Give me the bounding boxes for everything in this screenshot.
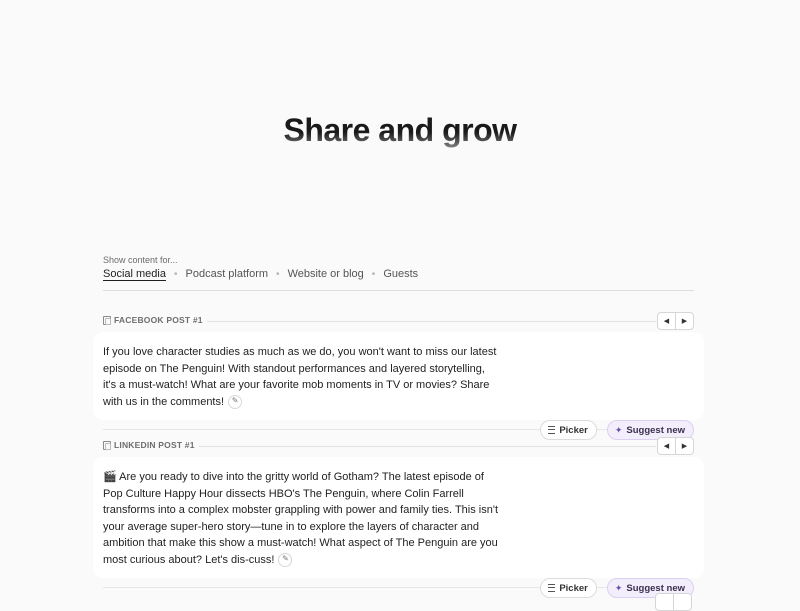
suggest-new-button-label: Suggest new xyxy=(626,424,685,436)
chevron-right-icon[interactable]: ▶ xyxy=(675,438,693,454)
picker-button-label: Picker xyxy=(559,424,588,436)
sparkle-icon: ✦ xyxy=(614,582,623,593)
list-icon xyxy=(548,584,556,592)
copy-icon xyxy=(103,315,111,325)
pencil-icon[interactable]: ✎ xyxy=(278,552,293,567)
suggest-new-button-label: Suggest new xyxy=(626,582,685,594)
chevron-right-icon[interactable]: ▶ xyxy=(675,313,693,329)
tab-website-or-blog[interactable]: Website or blog xyxy=(288,268,364,280)
pencil-icon[interactable]: ✎ xyxy=(228,394,243,409)
tab-separator: • xyxy=(276,268,280,280)
tab-guests[interactable]: Guests xyxy=(383,268,418,280)
post-pager xyxy=(655,593,692,611)
picker-button-label: Picker xyxy=(559,582,588,594)
facebook-post-card: FACEBOOK POST #1 ◀ ▶ If you love charact… xyxy=(93,312,704,442)
page-title: Share and grow xyxy=(0,112,800,149)
post-label: LINKEDIN POST #1 xyxy=(103,440,199,450)
copy-icon xyxy=(103,440,111,450)
post-body: 🎬 Are you ready to dive into the gritty … xyxy=(93,457,704,578)
chevron-left-icon[interactable]: ◀ xyxy=(658,313,675,329)
list-icon xyxy=(548,426,556,434)
post-header: FACEBOOK POST #1 ◀ ▶ xyxy=(93,312,704,330)
post-text-content: If you love character studies as much as… xyxy=(103,346,497,408)
chevron-left-icon[interactable] xyxy=(656,594,673,610)
filter-tabs: Social media • Podcast platform • Websit… xyxy=(103,268,694,280)
post-text-content: 🎬 Are you ready to dive into the gritty … xyxy=(103,471,499,566)
chevron-right-icon[interactable] xyxy=(673,594,691,610)
tab-separator: • xyxy=(371,268,376,280)
picker-button[interactable]: Picker xyxy=(540,578,597,598)
post-pager: ◀ ▶ xyxy=(657,437,694,455)
post-label-text: FACEBOOK POST #1 xyxy=(114,315,203,325)
tab-podcast-platform[interactable]: Podcast platform xyxy=(186,268,269,280)
content-filter: Show content for... Social media • Podca… xyxy=(103,255,694,280)
post-label: FACEBOOK POST #1 xyxy=(103,315,207,325)
post-text[interactable]: If you love character studies as much as… xyxy=(103,344,498,410)
post-header: LINKEDIN POST #1 ◀ ▶ xyxy=(93,437,704,455)
post-text[interactable]: 🎬 Are you ready to dive into the gritty … xyxy=(103,469,498,568)
sparkle-icon: ✦ xyxy=(614,424,623,435)
post-footer: Picker ✦ Suggest new xyxy=(93,578,704,600)
post-label-text: LINKEDIN POST #1 xyxy=(114,440,195,450)
tab-separator: • xyxy=(173,268,178,280)
divider xyxy=(103,290,694,291)
post-body: If you love character studies as much as… xyxy=(93,332,704,420)
linkedin-post-card: LINKEDIN POST #1 ◀ ▶ 🎬 Are you ready to … xyxy=(93,437,704,600)
filter-label: Show content for... xyxy=(103,255,178,265)
chevron-left-icon[interactable]: ◀ xyxy=(658,438,675,454)
tab-social-media[interactable]: Social media xyxy=(103,268,166,280)
post-pager: ◀ ▶ xyxy=(657,312,694,330)
